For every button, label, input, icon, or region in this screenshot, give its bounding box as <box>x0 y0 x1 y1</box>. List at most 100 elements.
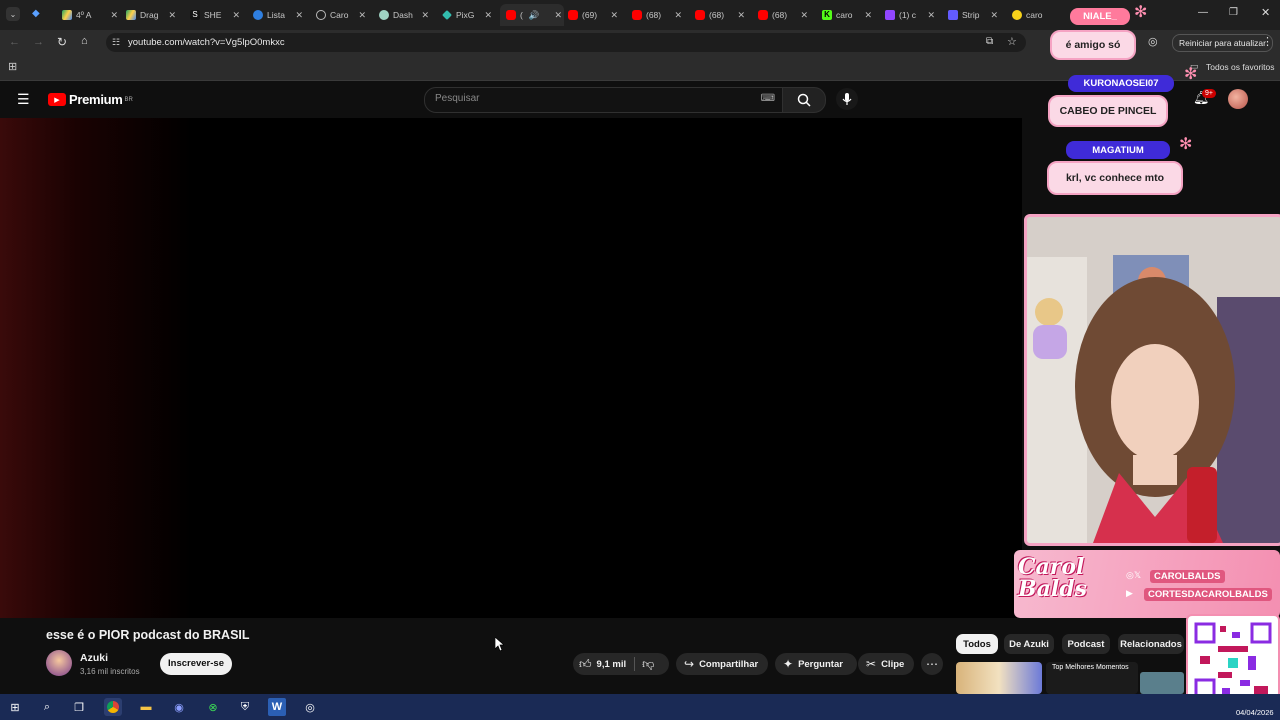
menu-dots-icon[interactable]: ⋮ <box>1262 35 1273 48</box>
tab-item[interactable]: (68) ✕ <box>695 4 747 26</box>
obs-icon[interactable]: ◎ <box>301 698 319 716</box>
youtube-icon <box>632 10 642 20</box>
share-button[interactable]: ↪ Compartilhar <box>676 653 768 675</box>
keyboard-icon[interactable]: ⌨ <box>761 93 775 104</box>
tab-item[interactable]: Kcaro ✕ <box>822 4 874 26</box>
home-icon[interactable]: ⌂ <box>81 35 88 47</box>
chat-username: KURONAOSEI07 <box>1068 75 1174 92</box>
close-icon[interactable]: ✕ <box>358 10 366 21</box>
globe-icon <box>316 10 326 20</box>
more-actions-button[interactable]: ⋯ <box>921 653 943 675</box>
channel-avatar[interactable] <box>46 650 72 676</box>
close-icon[interactable]: ✕ <box>554 10 562 21</box>
minimize-icon[interactable]: — <box>1198 7 1208 18</box>
close-icon[interactable]: ✕ <box>168 10 176 21</box>
hamburger-menu-icon[interactable]: ☰ <box>17 91 30 108</box>
tab-search-icon[interactable]: ⌄ <box>6 7 20 21</box>
chat-message: CABEO DE PINCEL <box>1048 95 1168 127</box>
site-info-icon[interactable]: ☷ <box>112 37 120 48</box>
tab-item[interactable]: caro <box>1012 4 1052 26</box>
search-taskbar-icon[interactable]: ⌕ <box>38 698 56 716</box>
xbox-icon[interactable]: ⊗ <box>204 698 222 716</box>
apps-grid-icon[interactable]: ⊞ <box>8 60 17 73</box>
tab-item[interactable]: Caro ✕ <box>316 4 368 26</box>
dislike-button[interactable]: 👎︎ <box>635 657 654 672</box>
profile-icon[interactable]: ◎ <box>1148 35 1158 48</box>
tab-item[interactable]: (68) ✕ <box>632 4 684 26</box>
security-icon[interactable]: ⛨ <box>236 698 254 716</box>
close-icon[interactable]: ✕ <box>990 10 998 21</box>
youtube-icon <box>695 10 705 20</box>
video-title: esse é o PIOR podcast do BRASIL <box>46 628 250 642</box>
tab-item[interactable]: (69) ✕ <box>568 4 620 26</box>
url-text[interactable]: youtube.com/watch?v=Vg5lpO0mkxc <box>128 37 285 48</box>
microphone-icon <box>842 93 852 105</box>
chip-podcast[interactable]: Podcast <box>1062 634 1110 654</box>
chip-from-channel[interactable]: De Azuki <box>1004 634 1054 654</box>
file-explorer-icon[interactable]: ▬ <box>137 698 155 716</box>
tab-item[interactable]: Dash ✕ <box>379 4 431 26</box>
restore-icon[interactable]: ❐ <box>1229 7 1238 18</box>
discord-icon[interactable]: ◉ <box>170 698 188 716</box>
subscribe-button[interactable]: Inscrever-se <box>160 653 232 675</box>
tab-item[interactable]: Lista ✕ <box>253 4 305 26</box>
youtube-play-icon: ▶ <box>48 93 66 106</box>
close-icon[interactable]: ✕ <box>295 10 303 21</box>
instagram-x-icon: ◎𝕏 <box>1126 570 1142 580</box>
clip-button[interactable]: ✂ Clipe <box>858 653 914 675</box>
tab-item[interactable]: Drag ✕ <box>126 4 178 26</box>
search-button[interactable] <box>782 87 826 113</box>
s-icon: S <box>190 10 200 20</box>
window-close-icon[interactable]: ✕ <box>1261 6 1270 19</box>
channel-name[interactable]: Azuki <box>80 652 108 664</box>
task-view-icon[interactable]: ❐ <box>70 698 88 716</box>
tab-item[interactable]: Strip ✕ <box>948 4 1000 26</box>
ask-button[interactable]: ✦ Perguntar <box>775 653 857 675</box>
close-icon[interactable]: ✕ <box>864 10 872 21</box>
close-icon[interactable]: ✕ <box>110 10 118 21</box>
close-icon[interactable]: ✕ <box>674 10 682 21</box>
close-icon[interactable]: ✕ <box>800 10 808 21</box>
forward-icon[interactable]: → <box>33 36 44 48</box>
reload-icon[interactable]: ↻ <box>57 35 67 49</box>
speaker-icon[interactable]: 🔊 <box>529 10 540 21</box>
close-icon[interactable]: ✕ <box>421 10 429 21</box>
youtube-logo[interactable]: ▶ Premium BR <box>48 92 133 107</box>
youtube-icon <box>506 10 516 20</box>
recommended-thumbnail[interactable] <box>956 662 1042 694</box>
like-button[interactable]: 👍︎ 9,1 mil <box>573 657 626 672</box>
chip-all[interactable]: Todos <box>956 634 998 654</box>
share-label: Compartilhar <box>699 658 759 670</box>
chat-username: NIALE_ <box>1070 8 1130 25</box>
word-icon[interactable]: W <box>268 698 286 716</box>
account-avatar[interactable] <box>1228 89 1248 109</box>
clip-label: Clipe <box>881 658 905 670</box>
like-count: 9,1 mil <box>596 658 627 670</box>
close-icon[interactable]: ✕ <box>927 10 935 21</box>
search-input[interactable]: Pesquisar ⌨ <box>424 87 784 113</box>
tab-item-active[interactable]: (🔊 ✕ <box>500 4 564 26</box>
voice-search-button[interactable] <box>836 88 858 110</box>
chatgpt-icon <box>379 10 389 20</box>
restart-button[interactable]: Reiniciar para atualizar <box>1172 34 1273 52</box>
notification-count-badge: 9+ <box>1202 89 1216 98</box>
gem-icon[interactable]: ◆ <box>32 8 40 19</box>
bookmark-star-icon[interactable]: ☆ <box>1007 35 1017 48</box>
close-icon[interactable]: ✕ <box>484 10 492 21</box>
tab-item[interactable]: (1) c ✕ <box>885 4 937 26</box>
logo-text: Premium <box>69 92 123 107</box>
tab-item[interactable]: S SHE ✕ <box>190 4 242 26</box>
close-icon[interactable]: ✕ <box>610 10 618 21</box>
close-icon[interactable]: ✕ <box>232 10 240 21</box>
close-icon[interactable]: ✕ <box>737 10 745 21</box>
all-bookmarks-link[interactable]: Todos os favoritos <box>1206 62 1275 72</box>
back-icon[interactable]: ← <box>9 36 20 48</box>
tab-item[interactable]: (68) ✕ <box>758 4 810 26</box>
tab-item[interactable]: PixG ✕ <box>442 4 494 26</box>
start-icon[interactable]: ⊞ <box>6 698 24 716</box>
recommended-thumbnail[interactable] <box>1140 672 1184 694</box>
chrome-icon[interactable] <box>104 698 122 716</box>
chip-related[interactable]: Relacionados <box>1118 634 1184 654</box>
tab-item[interactable]: 4º A ✕ <box>62 4 120 26</box>
install-icon[interactable]: ⧉ <box>986 36 993 47</box>
